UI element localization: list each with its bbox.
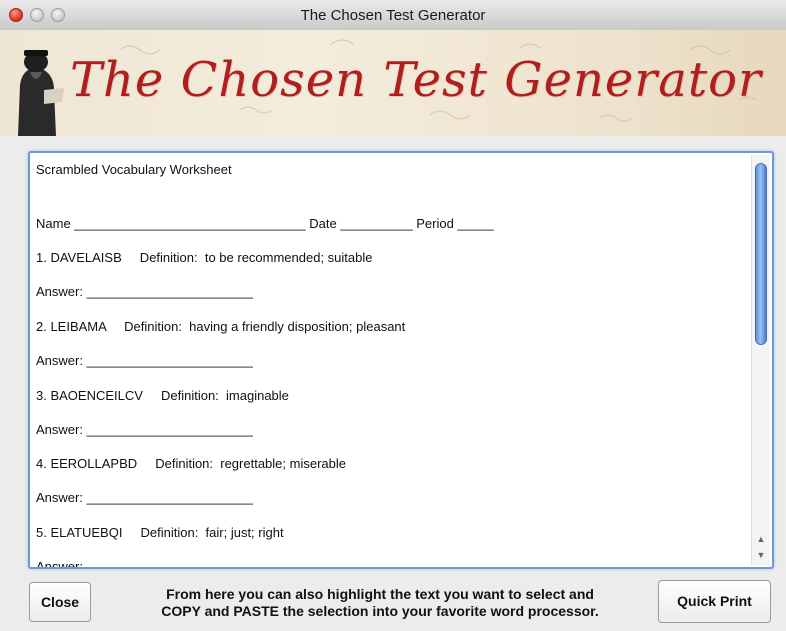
rabbi-figure-icon — [18, 50, 64, 136]
close-button[interactable]: Close — [29, 582, 91, 622]
scroll-down-icon[interactable]: ▼ — [752, 547, 770, 563]
help-text-line: From here you can also highlight the tex… — [166, 586, 594, 602]
question-line: 2. LEIBAMA Definition: having a friendly… — [36, 319, 406, 334]
worksheet-heading: Scrambled Vocabulary Worksheet — [36, 162, 232, 177]
question-line: 3. BAOENCEILCV Definition: imaginable — [36, 388, 289, 403]
app-window: The Chosen Test Generator The Chosen Tes… — [0, 0, 786, 631]
quick-print-button[interactable]: Quick Print — [658, 580, 771, 623]
title-bar[interactable]: The Chosen Test Generator — [0, 0, 786, 31]
answer-line: Answer: _______________________ — [36, 422, 253, 437]
scroll-up-icon[interactable]: ▲ — [752, 531, 770, 547]
window-title: The Chosen Test Generator — [300, 7, 486, 24]
answer-line: Answer: _______________________ — [36, 353, 253, 368]
answer-line: Answer: _______________________ — [36, 490, 253, 505]
help-text-line: COPY and PASTE the selection into your f… — [161, 603, 599, 619]
vertical-scrollbar[interactable]: ▲ ▼ — [751, 155, 770, 565]
question-line: 4. EEROLLAPBD Definition: regrettable; m… — [36, 456, 346, 471]
question-line: 5. ELATUEBQI Definition: fair; just; rig… — [36, 525, 284, 540]
header-banner: The Chosen Test Generator — [0, 30, 786, 136]
worksheet-text-area[interactable]: Scrambled Vocabulary Worksheet Name ____… — [28, 151, 774, 569]
scrollbar-thumb[interactable] — [755, 163, 767, 345]
answer-line: Answer: _______________________ — [36, 559, 253, 569]
name-date-line: Name ________________________________ Da… — [36, 216, 494, 231]
answer-line: Answer: _______________________ — [36, 284, 253, 299]
help-text: From here you can also highlight the tex… — [130, 586, 630, 620]
banner-title: The Chosen Test Generator — [70, 52, 762, 108]
question-line: 1. DAVELAISB Definition: to be recommend… — [36, 250, 373, 265]
